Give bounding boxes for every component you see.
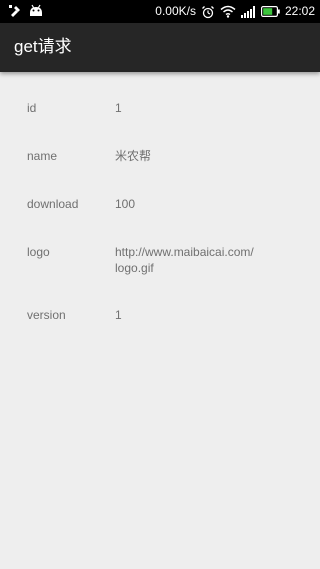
battery-icon xyxy=(260,6,280,17)
status-left xyxy=(8,4,44,18)
field-value: http://www.maibaicai.com/ logo.gif xyxy=(115,245,254,275)
net-speed: 0.00K/s xyxy=(155,4,196,18)
page-title: get请求 xyxy=(14,37,72,56)
field-label: version xyxy=(27,308,66,322)
wifi-icon xyxy=(220,5,236,18)
field-label: download xyxy=(27,197,79,211)
usb-debug-icon xyxy=(8,4,22,18)
app-bar: get请求 xyxy=(0,23,320,72)
status-right: 0.00K/s 22:02 xyxy=(155,3,315,20)
clock: 22:02 xyxy=(284,4,315,18)
field-label: logo xyxy=(27,245,50,259)
signal-icon xyxy=(240,5,256,18)
alarm-icon xyxy=(201,5,215,19)
field-value: 米农帮 xyxy=(115,149,152,163)
android-icon xyxy=(28,4,44,18)
field-label: id xyxy=(27,101,37,115)
field-value: 100 xyxy=(115,197,136,211)
field-value: 1 xyxy=(115,308,122,322)
field-label: name xyxy=(27,149,58,163)
field-value: 1 xyxy=(115,101,122,115)
status-bar: 0.00K/s 22:02 xyxy=(0,0,320,23)
